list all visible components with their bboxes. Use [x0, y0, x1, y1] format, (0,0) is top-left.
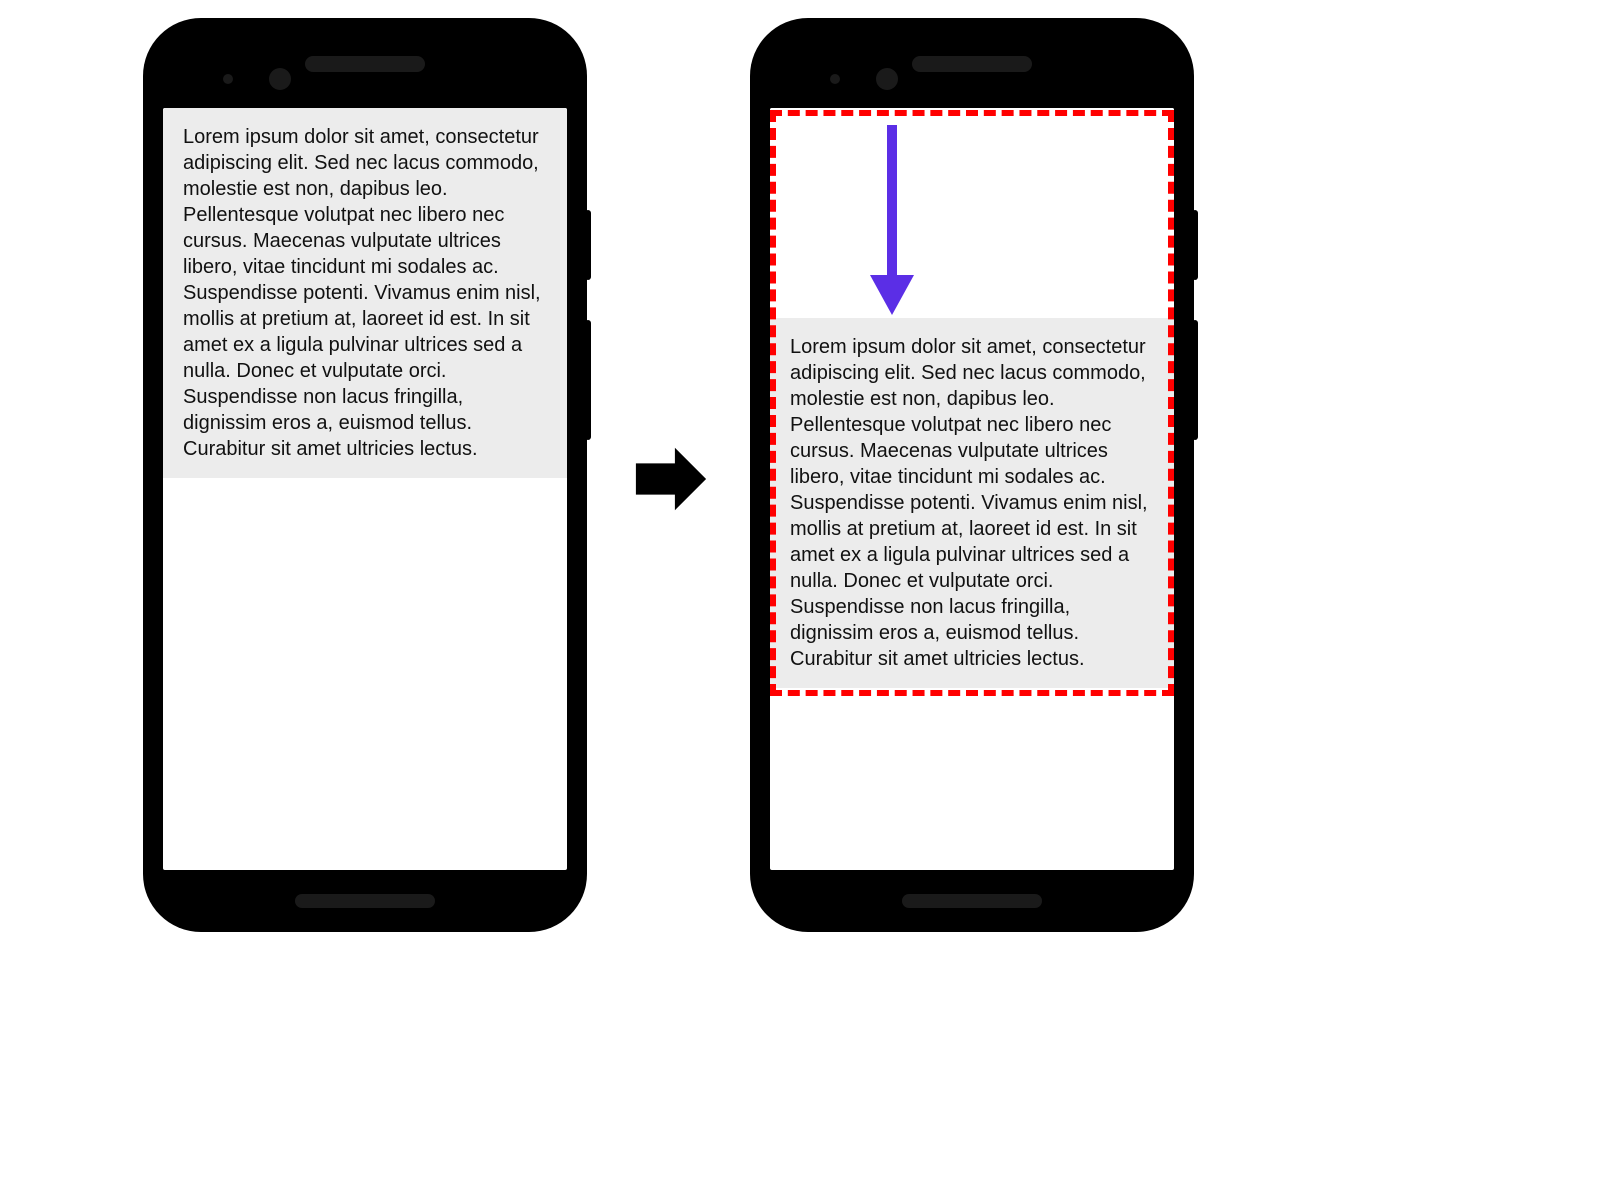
transition-arrow-icon — [632, 440, 710, 523]
content-paragraph: Lorem ipsum dolor sit amet, consectetur … — [163, 108, 567, 478]
power-button — [1192, 210, 1198, 280]
sensor-dot — [223, 74, 233, 84]
phone-after: Lorem ipsum dolor sit amet, consectetur … — [752, 20, 1192, 930]
front-camera — [876, 68, 898, 90]
front-camera — [269, 68, 291, 90]
volume-button — [585, 320, 591, 440]
phone-before: Lorem ipsum dolor sit amet, consectetur … — [145, 20, 585, 930]
speaker-grille — [305, 56, 425, 72]
phone-screen: Lorem ipsum dolor sit amet, consectetur … — [770, 108, 1174, 870]
phone-statusbar — [770, 38, 1174, 108]
content-paragraph: Lorem ipsum dolor sit amet, consectetur … — [770, 318, 1174, 688]
diagram-canvas: Lorem ipsum dolor sit amet, consectetur … — [0, 0, 1600, 1200]
bottom-speaker — [295, 894, 435, 908]
scrolled-whitespace — [770, 108, 1174, 318]
scroll-direction-arrow-icon — [862, 120, 922, 325]
volume-button — [1192, 320, 1198, 440]
power-button — [585, 210, 591, 280]
phone-screen: Lorem ipsum dolor sit amet, consectetur … — [163, 108, 567, 870]
phone-statusbar — [163, 38, 567, 108]
sensor-dot — [830, 74, 840, 84]
bottom-speaker — [902, 894, 1042, 908]
speaker-grille — [912, 56, 1032, 72]
